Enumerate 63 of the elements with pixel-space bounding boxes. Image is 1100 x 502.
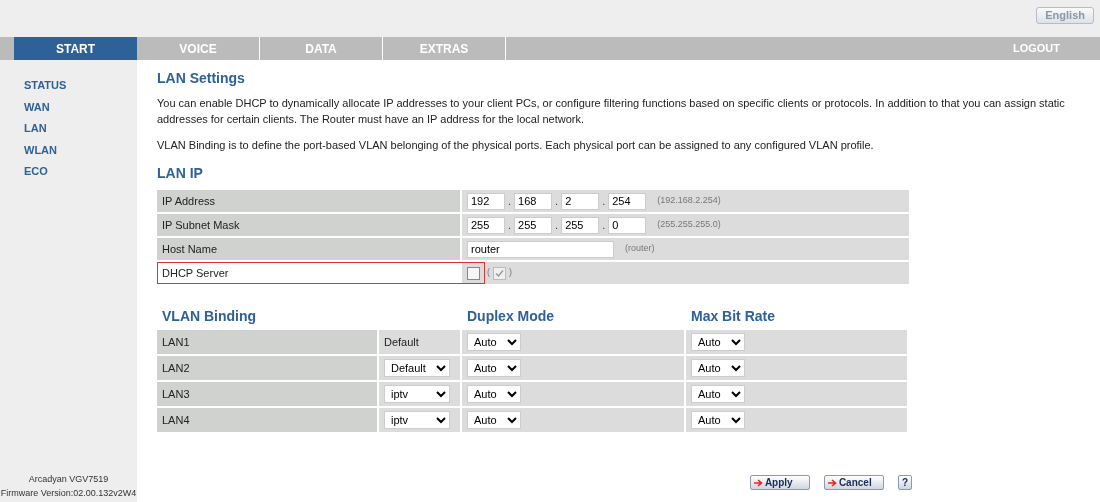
dropdown[interactable]: Auto (691, 385, 745, 403)
sidebar-item[interactable]: ECO (0, 161, 137, 183)
dot-separator: . (508, 193, 512, 209)
dot-separator: . (602, 217, 606, 233)
field-label: IP Address (157, 190, 460, 212)
dropdown[interactable]: Auto (467, 411, 521, 429)
ip-octet-field[interactable]: 168 (514, 192, 553, 210)
ip-octet-field[interactable]: 192 (467, 192, 505, 210)
firmware-version: Firmware Version:02.00.132v2W4 (0, 487, 137, 500)
description-text: VLAN Binding is to define the port-based VLAN belonging of the physical ports. Each physical port can be assigned to any configured VLAN profile. (157, 138, 875, 153)
default-hint: (router) (625, 242, 655, 256)
button-label: Apply (764, 476, 793, 489)
dropdown[interactable]: Default (384, 359, 450, 377)
default-hint: (192.168.2.254) (657, 194, 721, 208)
dropdown[interactable]: iptv (384, 411, 450, 429)
dot-separator: . (555, 217, 559, 233)
column-heading: Max Bit Rate (690, 306, 777, 326)
dropdown[interactable]: Auto (467, 333, 521, 351)
dot-separator: . (555, 193, 559, 209)
ip-octet-field[interactable]: 255 (514, 216, 553, 234)
dropdown[interactable]: Auto (691, 333, 745, 351)
dropdown[interactable]: Auto (691, 359, 745, 377)
section-title: LAN IP (157, 164, 204, 183)
sidebar-item[interactable]: LAN (0, 118, 137, 140)
sidebar-item[interactable]: WLAN (0, 139, 137, 161)
description-text: You can enable DHCP to dynamically allocate IP addresses to your client PCs, or configure filtering functions based on specific clients or protocols. In addition to that you can assign static addresses for certain clients. The Router must have an IP address for the local network. (157, 96, 1066, 127)
port-label: LAN2 (157, 356, 377, 380)
ip-octet-field[interactable]: 2 (561, 192, 600, 210)
dropdown[interactable]: iptv (384, 385, 450, 403)
nav-tab[interactable]: START (14, 37, 137, 60)
bracket: ( (487, 266, 490, 280)
arrow-icon (753, 478, 763, 487)
column-heading: Duplex Mode (466, 306, 556, 326)
ip-octet-field[interactable]: 255 (467, 216, 505, 234)
port-label: LAN3 (157, 382, 377, 406)
ip-octet-field[interactable]: 0 (608, 216, 647, 234)
ip-octet-field[interactable]: 255 (561, 216, 600, 234)
host-name-field[interactable]: router (467, 240, 614, 258)
device-name: Arcadyan VGV7519 (27, 473, 110, 486)
default-hint: (255.255.255.0) (657, 218, 721, 232)
sidebar-item[interactable]: STATUS (0, 75, 137, 97)
action-button[interactable]: Apply (749, 475, 810, 490)
dropdown[interactable]: Auto (691, 411, 745, 429)
dropdown[interactable]: Auto (467, 385, 521, 403)
help-button[interactable]: ? (897, 475, 912, 490)
port-label: LAN1 (157, 330, 377, 354)
button-label: Cancel (838, 476, 872, 489)
ip-octet-field[interactable]: 254 (608, 192, 647, 210)
field-label: Host Name (157, 238, 460, 260)
vlan-value: Default (384, 334, 419, 350)
column-heading: VLAN Binding (161, 306, 258, 326)
dot-separator: . (508, 217, 512, 233)
page-title: LAN Settings (157, 69, 246, 88)
arrow-icon (827, 478, 837, 487)
action-button[interactable]: Cancel (823, 475, 884, 490)
dot-separator: . (602, 193, 606, 209)
field-label: IP Subnet Mask (157, 214, 460, 236)
dropdown[interactable]: Auto (467, 359, 521, 377)
port-label: LAN4 (157, 408, 377, 432)
sidebar-item[interactable]: WAN (0, 96, 137, 118)
checkbox[interactable] (467, 266, 480, 280)
field-label: DHCP Server (157, 262, 485, 284)
bracket: ) (509, 266, 512, 280)
